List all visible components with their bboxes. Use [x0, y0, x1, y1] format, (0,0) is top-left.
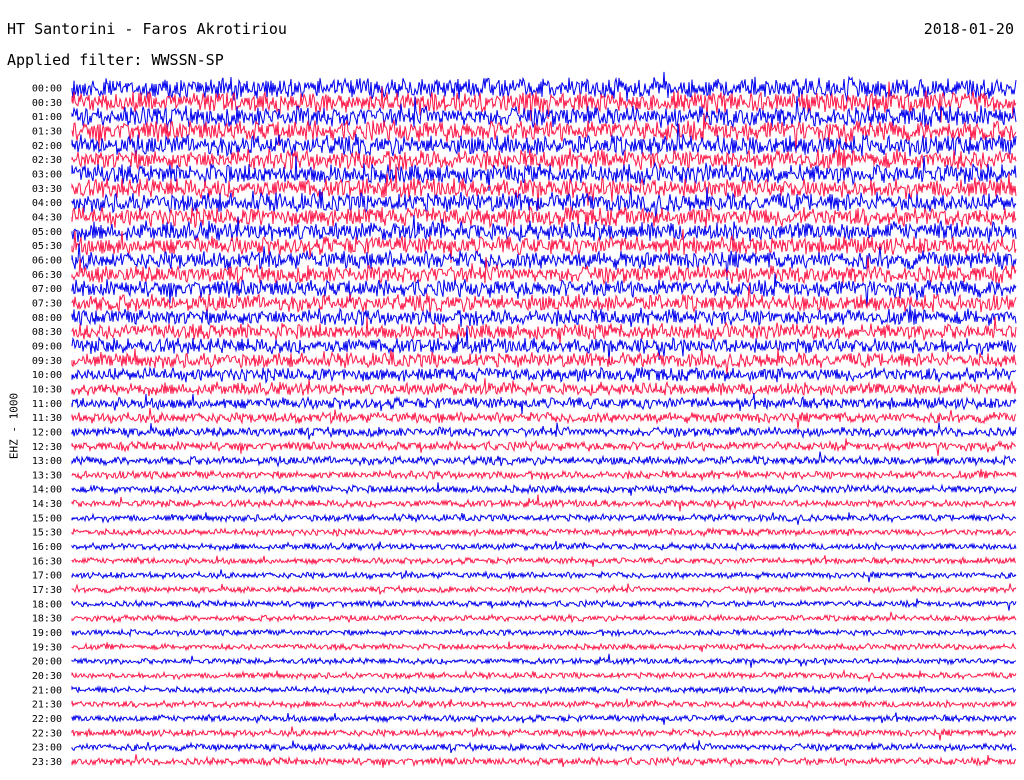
- row-time-label: 09:30: [32, 356, 62, 367]
- row-time-label: 09:00: [32, 341, 62, 352]
- seismic-trace-row: [71, 627, 1017, 638]
- row-time-label: 18:30: [32, 614, 62, 625]
- seismic-trace-row: [71, 392, 1017, 415]
- seismic-trace-row: [71, 726, 1017, 741]
- row-time-label: 03:30: [32, 184, 62, 195]
- seismic-trace-row: [71, 684, 1017, 696]
- seismic-trace-row: [71, 698, 1017, 710]
- seismic-trace-row: [71, 641, 1017, 652]
- row-time-label: 20:30: [32, 671, 62, 682]
- seismic-trace-row: [71, 366, 1017, 385]
- row-time-label: 16:00: [32, 542, 62, 553]
- row-time-label: 19:00: [32, 628, 62, 639]
- seismic-trace-row: [71, 754, 1017, 768]
- seismic-trace-row: [71, 407, 1017, 430]
- row-time-label: 01:00: [32, 112, 62, 123]
- row-time-label: 01:30: [32, 126, 62, 137]
- row-time-label: 04:00: [32, 198, 62, 209]
- seismic-trace-row: [71, 378, 1017, 397]
- row-time-label: 05:30: [32, 241, 62, 252]
- row-time-label: 08:00: [32, 313, 62, 324]
- seismic-trace-row: [71, 422, 1017, 440]
- row-time-label: 14:00: [32, 485, 62, 496]
- row-time-label: 07:30: [32, 298, 62, 309]
- row-time-label: 10:30: [32, 384, 62, 395]
- row-time-label: 16:30: [32, 556, 62, 567]
- seismic-trace-row: [71, 451, 1017, 468]
- row-time-label: 17:30: [32, 585, 62, 596]
- row-time-label: 13:00: [32, 456, 62, 467]
- row-time-label: 02:00: [32, 141, 62, 152]
- row-time-label: 21:30: [32, 700, 62, 711]
- row-time-label: 17:00: [32, 571, 62, 582]
- row-time-label: 03:00: [32, 169, 62, 180]
- row-time-label: 06:30: [32, 270, 62, 281]
- row-time-label: 22:00: [32, 714, 62, 725]
- row-time-label: 05:00: [32, 227, 62, 238]
- seismic-trace-row: [71, 653, 1017, 668]
- row-time-label: 12:00: [32, 427, 62, 438]
- seismic-trace-row: [71, 526, 1017, 538]
- row-time-label: 15:30: [32, 528, 62, 539]
- row-time-label: 15:00: [32, 513, 62, 524]
- row-time-label: 14:30: [32, 499, 62, 510]
- row-time-label: 00:00: [32, 84, 62, 95]
- seismic-trace-row: [71, 555, 1017, 567]
- row-time-label: 04:30: [32, 212, 62, 223]
- seismic-trace-row: [71, 206, 1017, 229]
- seismic-trace-row: [71, 512, 1017, 525]
- seismic-trace-row: [71, 540, 1017, 553]
- row-time-label: 19:30: [32, 642, 62, 653]
- row-time-label: 07:00: [32, 284, 62, 295]
- row-time-label: 12:30: [32, 442, 62, 453]
- row-time-label: 00:30: [32, 98, 62, 109]
- seismic-trace-row: [71, 438, 1017, 456]
- seismic-trace-row: [71, 668, 1017, 682]
- seismic-trace-row: [71, 468, 1017, 482]
- seismic-trace-row: [71, 583, 1017, 595]
- row-time-label: 21:00: [32, 685, 62, 696]
- seismic-trace-row: [71, 482, 1017, 496]
- row-time-label: 13:30: [32, 470, 62, 481]
- seismic-trace-row: [71, 494, 1017, 512]
- row-time-label: 06:00: [32, 255, 62, 266]
- row-time-label: 18:00: [32, 599, 62, 610]
- row-time-label: 22:30: [32, 728, 62, 739]
- seismic-trace-row: [71, 712, 1017, 725]
- row-time-label: 23:00: [32, 743, 62, 754]
- row-time-label: 20:00: [32, 657, 62, 668]
- row-time-label: 11:30: [32, 413, 62, 424]
- row-time-label: 11:00: [32, 399, 62, 410]
- seismic-trace-row: [71, 243, 1017, 281]
- seismic-trace-row: [71, 569, 1017, 583]
- helicorder-plot: 00:00 00:30 01:00 01:30 02:00 02:30 03:00 03:30…: [32, 71, 1017, 768]
- seismic-trace-row: [71, 740, 1017, 754]
- seismic-trace-row: [71, 598, 1017, 611]
- row-time-label: 10:00: [32, 370, 62, 381]
- seismic-trace-row: [71, 611, 1017, 624]
- row-time-label: 08:30: [32, 327, 62, 338]
- row-time-label: 23:30: [32, 757, 62, 768]
- row-time-label: 02:30: [32, 155, 62, 166]
